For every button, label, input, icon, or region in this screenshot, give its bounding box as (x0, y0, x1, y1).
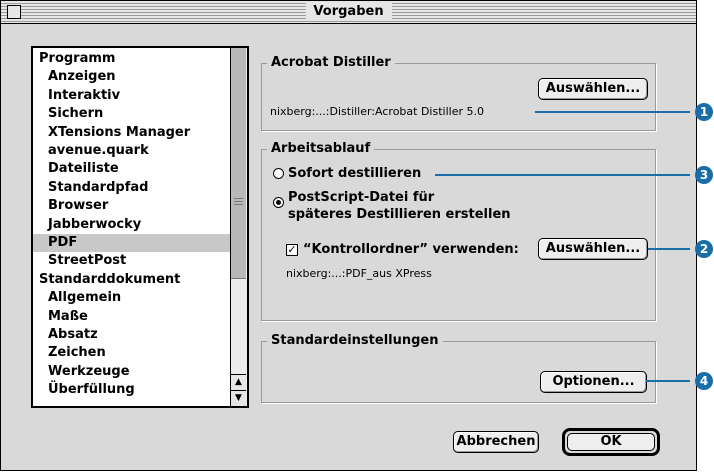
callout-badge-4: 4 (695, 372, 713, 390)
sidebar-item[interactable]: Überfüllung (33, 381, 231, 399)
watch-folder-select-button[interactable]: Auswählen... (538, 238, 648, 260)
sidebar-item[interactable]: Jabberwocky (33, 216, 231, 234)
sidebar-item[interactable]: PDF (33, 234, 231, 252)
callout-line-2 (648, 248, 690, 250)
radio-postscript-label-line1[interactable]: PostScript-Datei für (288, 189, 434, 206)
distiller-path: nixberg:...:Distiller:Acrobat Distiller … (270, 105, 484, 118)
sidebar-item[interactable]: Allgemein (33, 289, 231, 307)
sidebar-item[interactable]: Werkzeuge (33, 363, 231, 381)
sidebar-item[interactable]: avenue.quark (33, 142, 231, 160)
radio-immediate[interactable] (273, 168, 284, 179)
close-box[interactable] (7, 5, 21, 19)
sidebar-item[interactable]: Sichern (33, 105, 231, 123)
preferences-category-list[interactable]: Programm Anzeigen Interaktiv Sichern XTensio… (31, 46, 249, 408)
scroll-thumb[interactable] (231, 48, 246, 279)
callout-badge-2: 2 (695, 240, 713, 258)
sidebar-item[interactable]: Programm (33, 50, 231, 68)
sidebar-item[interactable]: Anzeigen (33, 68, 231, 86)
scroll-up-icon[interactable]: ▲ (231, 374, 246, 390)
sidebar-item[interactable]: Zeichen (33, 344, 231, 362)
distiller-group-title: Acrobat Distiller (267, 54, 395, 72)
scroll-down-icon[interactable]: ▼ (231, 390, 246, 406)
scroll-grip-icon (234, 198, 243, 206)
watch-folder-label[interactable]: “Kontrollordner” verwenden: (303, 241, 519, 258)
sidebar-item[interactable]: Interaktiv (33, 87, 231, 105)
callout-line-3 (435, 174, 690, 176)
sidebar-item[interactable]: Absatz (33, 326, 231, 344)
sidebar-item[interactable]: Browser (33, 197, 231, 215)
radio-postscript-label-line2[interactable]: späteres Destillieren erstellen (288, 206, 511, 223)
scrollbar[interactable]: ▲ ▼ (230, 48, 247, 406)
category-list-items: Programm Anzeigen Interaktiv Sichern XTensio… (33, 48, 231, 406)
sidebar-item[interactable]: Dateiliste (33, 160, 231, 178)
preferences-dialog: Vorgaben Programm Anzeigen Interaktiv Siche… (0, 0, 697, 471)
callout-line-4 (646, 380, 690, 382)
radio-immediate-label[interactable]: Sofort destillieren (288, 165, 421, 182)
ok-button-label[interactable]: OK (567, 433, 655, 451)
ok-button[interactable]: OK (562, 428, 660, 456)
title-bar[interactable]: Vorgaben (1, 1, 696, 24)
defaults-group: Standardeinstellungen Optionen... (261, 332, 656, 403)
radio-postscript[interactable] (273, 197, 284, 208)
cancel-button[interactable]: Abbrechen (453, 431, 539, 453)
callout-line-1 (535, 111, 690, 113)
distiller-select-button[interactable]: Auswählen... (538, 78, 648, 100)
sidebar-item[interactable]: XTensions Manager (33, 124, 231, 142)
sidebar-item[interactable]: Standarddokument (33, 271, 231, 289)
sidebar-item[interactable]: Maße (33, 308, 231, 326)
defaults-group-title: Standardeinstellungen (267, 332, 443, 350)
sidebar-item[interactable]: StreetPost (33, 252, 231, 270)
distiller-group: Acrobat Distiller Auswählen... nixberg:.… (261, 54, 656, 131)
callout-badge-3: 3 (695, 166, 713, 184)
workflow-group-title: Arbeitsablauf (267, 140, 375, 158)
window-title: Vorgaben (305, 3, 392, 21)
options-button[interactable]: Optionen... (540, 371, 647, 393)
callout-badge-1: 1 (695, 103, 713, 121)
watch-folder-path: nixberg:...:PDF_aus XPress (286, 267, 432, 280)
watch-folder-checkbox[interactable]: ✓ (286, 244, 298, 256)
sidebar-item[interactable]: Standardpfad (33, 179, 231, 197)
